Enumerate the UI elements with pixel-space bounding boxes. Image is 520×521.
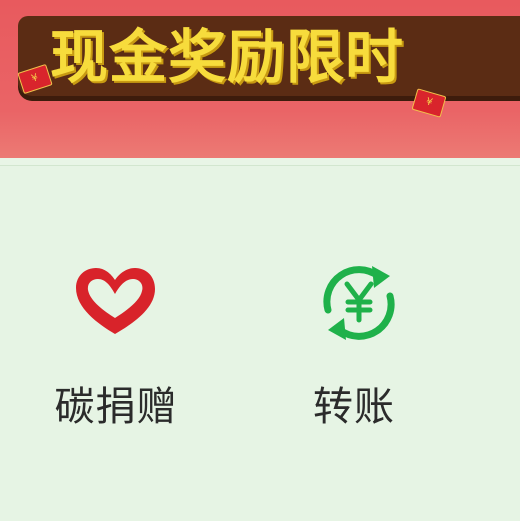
banner-top-text-cropped (30, 0, 500, 6)
carbon-donation-label: 碳捐赠 (54, 384, 178, 430)
transfer-tile[interactable]: 转账 (260, 166, 520, 521)
service-grid: 碳捐赠 转账 (0, 165, 520, 521)
carbon-donation-tile[interactable]: 碳捐赠 (0, 166, 260, 521)
transfer-label: 转账 (313, 384, 395, 430)
yuan-transfer-icon (323, 266, 395, 340)
promo-banner[interactable]: 现金奖励限时 ¥ ¥ (0, 0, 520, 158)
banner-headline: 现金奖励限时 (50, 23, 405, 91)
heart-icon (76, 268, 155, 334)
